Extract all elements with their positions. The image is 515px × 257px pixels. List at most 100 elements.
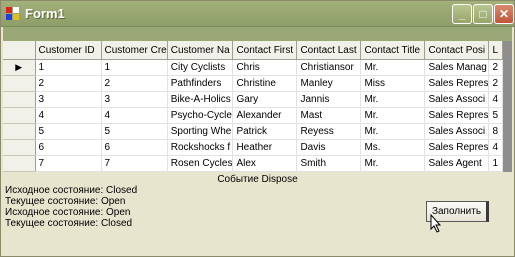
table-row[interactable]: 3 3 Bike-A-Holics Gary Jannis Mr. Sales … bbox=[3, 91, 504, 108]
current-row-icon: ▶ bbox=[15, 62, 23, 72]
cell[interactable]: 6 bbox=[35, 139, 102, 156]
cell[interactable]: 3 bbox=[101, 91, 168, 108]
cell[interactable]: Sales Associ bbox=[424, 123, 490, 140]
cell[interactable]: Smith bbox=[296, 155, 362, 172]
window-title: Form1 bbox=[25, 6, 65, 21]
table-row[interactable]: 2 2 Pathfinders Christine Manley Miss Sa… bbox=[3, 75, 504, 92]
cell[interactable]: 4 bbox=[35, 107, 102, 124]
form1-window: Form1 _ □ ✕ Customer ID Customer Cre Cus… bbox=[0, 0, 515, 257]
cell[interactable]: 2 bbox=[488, 75, 504, 92]
grid-table: Customer ID Customer Cre Customer Na Con… bbox=[3, 41, 504, 172]
table-row[interactable]: 7 7 Rosen Cycles Alex Smith Mr. Sales Ag… bbox=[3, 155, 504, 172]
row-header[interactable]: ▶ bbox=[3, 59, 36, 76]
grid-header-row: Customer ID Customer Cre Customer Na Con… bbox=[3, 41, 504, 60]
row-header-corner bbox=[3, 41, 36, 60]
cell[interactable]: 2 bbox=[101, 75, 168, 92]
cell[interactable]: Alexander bbox=[232, 107, 298, 124]
close-icon: ✕ bbox=[498, 7, 510, 21]
cell[interactable]: 5 bbox=[101, 123, 168, 140]
cell[interactable]: Sales Manag bbox=[424, 59, 490, 76]
cell[interactable]: Davis bbox=[296, 139, 362, 156]
log-line: Исходное состояние: Closed bbox=[5, 185, 138, 196]
title-bar[interactable]: Form1 _ □ ✕ bbox=[1, 1, 514, 27]
cell[interactable]: Psycho-Cycle bbox=[167, 107, 234, 124]
column-header[interactable]: Contact Title bbox=[360, 41, 426, 60]
table-row[interactable]: ▶ 1 1 City Cyclists Chris Christiansor M… bbox=[3, 59, 504, 76]
cell[interactable]: Sales Repres bbox=[424, 139, 490, 156]
cell[interactable]: 7 bbox=[35, 155, 102, 172]
cell[interactable]: 2 bbox=[488, 59, 504, 76]
cell[interactable]: Mr. bbox=[360, 123, 426, 140]
cell[interactable]: Jannis bbox=[296, 91, 362, 108]
cell[interactable]: Chris bbox=[232, 59, 298, 76]
cell[interactable]: 1 bbox=[488, 155, 504, 172]
close-button[interactable]: ✕ bbox=[494, 4, 514, 24]
row-header[interactable] bbox=[3, 75, 36, 92]
maximize-button[interactable]: □ bbox=[473, 4, 493, 24]
cell[interactable]: Christine bbox=[232, 75, 298, 92]
row-header[interactable] bbox=[3, 107, 36, 124]
cell[interactable]: 5 bbox=[35, 123, 102, 140]
minimize-button[interactable]: _ bbox=[452, 4, 472, 24]
cell[interactable]: Mr. bbox=[360, 107, 426, 124]
cell[interactable]: 2 bbox=[35, 75, 102, 92]
cell[interactable]: Manley bbox=[296, 75, 362, 92]
cell[interactable]: Sporting Whe bbox=[167, 123, 234, 140]
table-row[interactable]: 6 6 Rockshocks f Heather Davis Ms. Sales… bbox=[3, 139, 504, 156]
cell[interactable]: Ms. bbox=[360, 139, 426, 156]
minimize-icon: _ bbox=[458, 7, 466, 21]
cell[interactable]: Mr. bbox=[360, 155, 426, 172]
app-icon bbox=[6, 7, 20, 21]
cell[interactable]: 8 bbox=[488, 123, 504, 140]
cell[interactable]: Patrick bbox=[232, 123, 298, 140]
row-header[interactable] bbox=[3, 155, 36, 172]
cell[interactable]: 7 bbox=[101, 155, 168, 172]
cell[interactable]: Mr. bbox=[360, 59, 426, 76]
column-header[interactable]: Contact First bbox=[232, 41, 298, 60]
column-header[interactable]: L bbox=[488, 41, 504, 60]
table-row[interactable]: 5 5 Sporting Whe Patrick Reyess Mr. Sale… bbox=[3, 123, 504, 140]
cell[interactable]: 4 bbox=[101, 107, 168, 124]
cell[interactable]: 1 bbox=[101, 59, 168, 76]
column-header[interactable]: Contact Last bbox=[296, 41, 362, 60]
cell[interactable]: 1 bbox=[35, 59, 102, 76]
dispose-event-label: Событие Dispose bbox=[217, 174, 298, 185]
cell[interactable]: Sales Repres bbox=[424, 75, 490, 92]
cell[interactable]: Gary bbox=[232, 91, 298, 108]
top-strip bbox=[3, 27, 512, 41]
customers-grid[interactable]: Customer ID Customer Cre Customer Na Con… bbox=[3, 41, 512, 172]
cell[interactable]: Mast bbox=[296, 107, 362, 124]
cell[interactable]: Mr. bbox=[360, 91, 426, 108]
cell[interactable]: 4 bbox=[488, 139, 504, 156]
cell[interactable]: Rosen Cycles bbox=[167, 155, 234, 172]
cell[interactable]: Sales Repres bbox=[424, 107, 490, 124]
cell[interactable]: Bike-A-Holics bbox=[167, 91, 234, 108]
column-header[interactable]: Contact Posi bbox=[424, 41, 490, 60]
cell[interactable]: Heather bbox=[232, 139, 298, 156]
log-line: Текущее состояние: Open bbox=[5, 196, 126, 207]
cell[interactable]: Sales Agent bbox=[424, 155, 490, 172]
maximize-icon: □ bbox=[479, 7, 487, 21]
cell[interactable]: Christiansor bbox=[296, 59, 362, 76]
log-line: Исходное состояние: Open bbox=[5, 207, 131, 218]
cell[interactable]: Alex bbox=[232, 155, 298, 172]
column-header[interactable]: Customer Cre bbox=[101, 41, 168, 60]
cell[interactable]: 6 bbox=[101, 139, 168, 156]
column-header[interactable]: Customer Na bbox=[167, 41, 234, 60]
log-line: Текущее состояние: Closed bbox=[5, 218, 133, 229]
column-header[interactable]: Customer ID bbox=[35, 41, 102, 60]
row-header[interactable] bbox=[3, 123, 36, 140]
cell[interactable]: Sales Associ bbox=[424, 91, 490, 108]
cell[interactable]: Pathfinders bbox=[167, 75, 234, 92]
cell[interactable]: City Cyclists bbox=[167, 59, 234, 76]
cell[interactable]: Miss bbox=[360, 75, 426, 92]
cell[interactable]: Reyess bbox=[296, 123, 362, 140]
table-row[interactable]: 4 4 Psycho-Cycle Alexander Mast Mr. Sale… bbox=[3, 107, 504, 124]
cell[interactable]: 5 bbox=[488, 107, 504, 124]
mouse-pointer-icon bbox=[430, 214, 442, 233]
cell[interactable]: 4 bbox=[488, 91, 504, 108]
cell[interactable]: 3 bbox=[35, 91, 102, 108]
row-header[interactable] bbox=[3, 139, 36, 156]
cell[interactable]: Rockshocks f bbox=[167, 139, 234, 156]
row-header[interactable] bbox=[3, 91, 36, 108]
